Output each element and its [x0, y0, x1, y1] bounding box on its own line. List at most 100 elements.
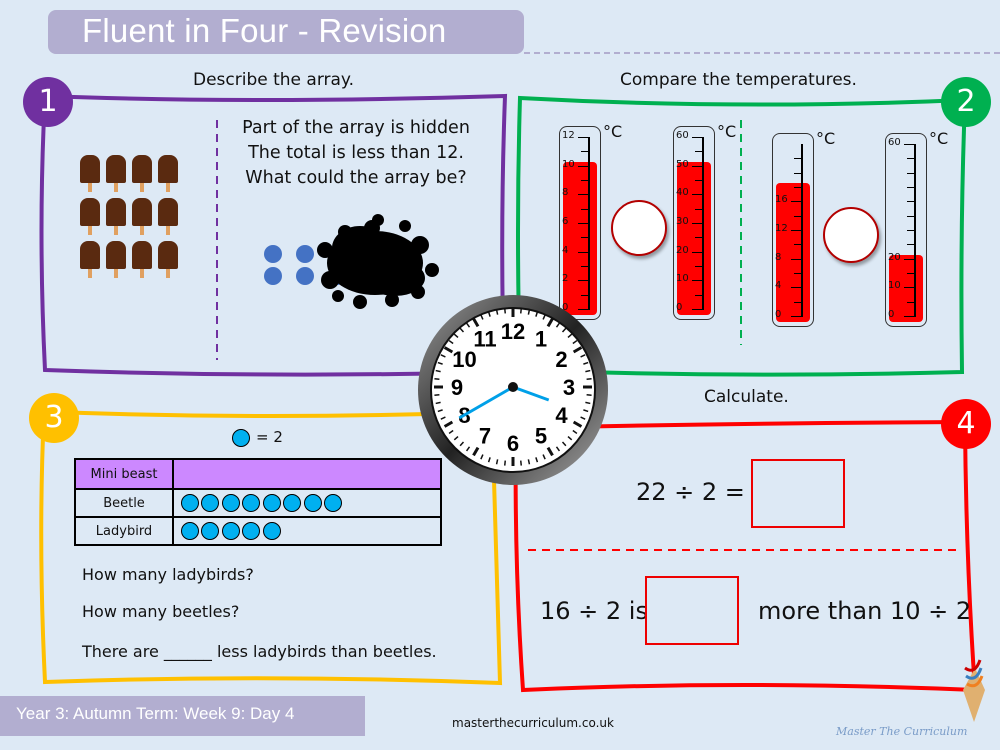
popsicle-icon — [132, 155, 152, 192]
scale-tick — [794, 172, 803, 174]
pictogram-key: = 2 — [232, 428, 283, 447]
scale-label: 0 — [775, 309, 782, 320]
scale-tick — [794, 187, 803, 188]
scale-label: 4 — [775, 280, 782, 292]
counter-symbol — [324, 494, 342, 512]
scale-tick — [695, 294, 704, 296]
question-badge-4: 4 — [941, 399, 991, 449]
popsicle-icon — [80, 155, 100, 192]
compare-circle-1[interactable] — [611, 200, 667, 256]
scale-tick — [907, 230, 916, 231]
scale-tick — [907, 244, 916, 246]
scale-tick — [794, 230, 803, 231]
scale-tick — [578, 137, 590, 138]
scale-tick — [794, 215, 803, 217]
thermometer-fill — [563, 161, 597, 315]
scale-tick — [692, 137, 704, 138]
scale-label: 4 — [562, 244, 569, 256]
popsicle-icon — [106, 241, 126, 278]
scale-tick — [907, 172, 916, 174]
q1-heading: Describe the array. — [193, 70, 354, 90]
scale-tick — [581, 266, 590, 267]
scale-tick — [907, 273, 916, 274]
scale-tick — [695, 180, 704, 181]
lesson-label: Year 3: Autumn Term: Week 9: Day 4 — [16, 704, 295, 723]
scale-tick — [907, 187, 916, 188]
unit-label: °C — [603, 122, 623, 141]
scale-tick — [904, 316, 916, 317]
site-link[interactable]: masterthecurriculum.co.uk — [452, 716, 614, 730]
scale-label: 10 — [676, 273, 689, 285]
scale-label: 8 — [562, 187, 569, 199]
scale-tick — [907, 287, 916, 289]
q1-prompt-line: What could the array be? — [245, 168, 467, 188]
equation-2-right: more than 10 ÷ 2 — [758, 597, 972, 625]
scale-tick — [794, 301, 803, 303]
scale-label: 2 — [562, 273, 569, 285]
scale-tick — [904, 144, 916, 145]
thermometer: 0 10 20 60 — [885, 133, 927, 327]
answer-box-2[interactable] — [645, 576, 739, 645]
scale-tick — [581, 294, 590, 296]
scale-tick — [695, 266, 704, 267]
counter-symbol — [180, 522, 199, 540]
scale-label: 0 — [562, 302, 569, 313]
popsicle-icon — [158, 155, 178, 192]
scale-label: 20 — [888, 251, 901, 263]
header-cell — [172, 458, 442, 490]
scale-tick — [695, 223, 704, 224]
q1-prompt-line: The total is less than 12. — [248, 143, 464, 163]
q1-prompt-line: Part of the array is hidden — [242, 118, 470, 138]
counter-symbol — [242, 494, 260, 512]
popsicle-icon — [80, 241, 100, 278]
scale-tick — [581, 194, 590, 196]
q4-heading: Calculate. — [704, 387, 789, 407]
scale-tick — [695, 208, 704, 210]
scale-tick — [581, 180, 590, 181]
symbol-cell — [172, 516, 442, 546]
scale-tick — [581, 165, 590, 167]
scale-tick — [581, 237, 590, 239]
counter-symbol — [180, 494, 199, 512]
scale-tick — [581, 223, 590, 224]
scale-tick — [794, 158, 803, 160]
scale-tick — [695, 280, 704, 282]
counter-symbol — [242, 522, 260, 540]
row-label: Beetle — [74, 488, 174, 518]
counter-symbol — [201, 522, 219, 540]
scale-label: 40 — [676, 187, 689, 199]
scale-tick — [907, 201, 916, 203]
thermometer: 0 4 8 12 16 — [772, 133, 814, 327]
q3-question: How many beetles? — [82, 602, 240, 621]
scale-label: 12 — [775, 223, 788, 234]
counter-symbol — [262, 494, 281, 512]
question-frames — [39, 93, 978, 693]
scale-tick — [794, 201, 803, 203]
scale-tick — [581, 208, 590, 210]
symbol-cell — [172, 488, 442, 518]
compare-circle-2[interactable] — [823, 207, 879, 263]
scale-label: 60 — [676, 130, 689, 141]
scale-label: 0 — [676, 302, 683, 313]
question-badge-3: 3 — [29, 393, 79, 443]
scale-tick — [907, 301, 916, 303]
pictogram-key-value: = 2 — [256, 428, 283, 446]
popsicle-array — [80, 155, 190, 278]
counter-symbol — [221, 522, 240, 540]
scale-tick — [695, 165, 704, 167]
scale-tick — [791, 316, 803, 317]
scale-tick — [695, 251, 704, 253]
scale-label: 20 — [676, 244, 689, 256]
q3-question: How many ladybirds? — [82, 565, 254, 584]
scale-tick — [695, 194, 704, 196]
scale-label: 50 — [676, 158, 689, 170]
counter-symbol — [201, 494, 219, 512]
scale-tick — [907, 158, 916, 160]
answer-box-1[interactable] — [751, 459, 845, 528]
scale-tick — [695, 237, 704, 239]
scale-label: 0 — [888, 309, 895, 320]
scale-label: 6 — [562, 216, 569, 227]
scale-label: 10 — [888, 280, 901, 292]
counter-key-icon — [232, 428, 250, 447]
table-row: Ladybird — [74, 516, 442, 546]
